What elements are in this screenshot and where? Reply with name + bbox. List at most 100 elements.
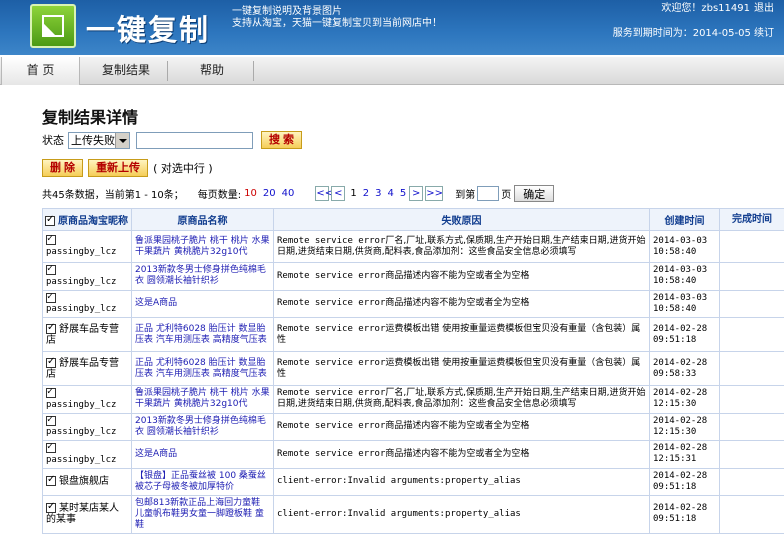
reason-text: Remote service error商品描述内容不能为空或者全为空格: [277, 421, 529, 431]
first-page-button[interactable]: <<: [315, 186, 329, 201]
status-label: 状态: [42, 132, 64, 148]
welcome-text: 欢迎您！zbs11491: [661, 3, 750, 14]
page-size-option[interactable]: 40: [282, 188, 295, 199]
chevron-down-icon[interactable]: [115, 133, 129, 148]
cell-product[interactable]: 这是A商品: [132, 290, 274, 318]
row-checkbox[interactable]: [46, 293, 56, 303]
cell-reason: Remote service error商品描述内容不能为空或者全为空格: [274, 290, 650, 318]
main-nav: 首 页 复制结果 帮助: [0, 57, 784, 85]
search-button[interactable]: 搜 索: [261, 131, 302, 149]
table-row[interactable]: passingby_lcz 这是A商品Remote service error商品…: [43, 441, 784, 469]
cell-finished: [720, 231, 784, 263]
table-row[interactable]: 舒展车品专营店正品 尤利特6028 胎压计 数显胎压表 汽车用测压表 高精度气压…: [43, 352, 784, 386]
table-row[interactable]: 银盘旗舰店【银盘】正品蚕丝被 100 桑蚕丝被芯子母被冬被加厚特价client-…: [43, 468, 784, 495]
cell-created: 2014-02-28 09:51:18: [650, 495, 720, 533]
nick-text: passingby_lcz: [46, 427, 116, 437]
cell-product[interactable]: 包邮813新款正品上海回力童鞋 儿童帆布鞋男女童一脚蹬板鞋 童鞋: [132, 495, 274, 533]
page-link[interactable]: 5: [400, 188, 406, 199]
cell-finished: [720, 263, 784, 291]
cell-nick: passingby_lcz: [43, 441, 132, 469]
cell-created: 2014-02-28 09:58:33: [650, 352, 720, 386]
page-link[interactable]: 1: [350, 188, 356, 199]
cell-nick: passingby_lcz: [43, 413, 132, 441]
cell-product[interactable]: 鲁派果园桃子脆片 桃干 桃片 水果干果蔬片 黄桃脆片32g10代: [132, 231, 274, 263]
next-page-button[interactable]: >: [409, 186, 423, 201]
table-row[interactable]: passingby_lcz2013新款冬男士修身拼色纯棉毛衣 圆领潮长袖针织衫R…: [43, 263, 784, 291]
reason-text: client-error:Invalid arguments:property_…: [277, 509, 521, 519]
slogan-link[interactable]: 一键复制说明及背景图片: [232, 6, 442, 18]
reason-text: Remote service error厂名,厂址,联系方式,保质期,生产开始日…: [277, 388, 646, 409]
cell-reason: Remote service error厂名,厂址,联系方式,保质期,生产开始日…: [274, 231, 650, 263]
last-page-button[interactable]: >>: [425, 186, 443, 201]
prev-page-button[interactable]: <: [331, 186, 345, 201]
nav-results[interactable]: 复制结果: [86, 57, 166, 85]
header-product: 原商品名称: [132, 209, 274, 231]
expire-info[interactable]: 服务到期时间为：2014-05-05 续订: [613, 24, 774, 39]
cell-reason: Remote service error运费模板出错 使用按重量运费模板但宝贝没…: [274, 318, 650, 352]
status-select[interactable]: 上传失败: [68, 132, 130, 149]
logout-link[interactable]: 退出: [754, 3, 774, 14]
cell-nick: 舒展车品专营店: [43, 318, 132, 352]
table-row[interactable]: passingby_lcz 2013新款冬男士修身拼色纯棉毛衣 圆领潮长袖针织衫R…: [43, 413, 784, 441]
reupload-button[interactable]: 重新上传: [88, 159, 148, 177]
nick-text: 某时某店某人的某事: [46, 503, 119, 525]
cell-product[interactable]: 【银盘】正品蚕丝被 100 桑蚕丝被芯子母被冬被加厚特价: [132, 468, 274, 495]
cell-created: 2014-02-28 09:51:18: [650, 468, 720, 495]
jump-page-input[interactable]: [477, 186, 499, 201]
page-link[interactable]: 2: [363, 188, 369, 199]
table-row[interactable]: passingby_lcz鲁派果园桃子脆片 桃干 桃片 水果干果蔬片 黄桃脆片3…: [43, 231, 784, 263]
table-header-row: 原商品淘宝昵称 原商品名称 失败原因 创建时间 完成时间: [43, 209, 784, 231]
cell-created: 2014-02-28 09:51:18: [650, 318, 720, 352]
table-row[interactable]: 某时某店某人的某事包邮813新款正品上海回力童鞋 儿童帆布鞋男女童一脚蹬板鞋 童…: [43, 495, 784, 533]
row-checkbox[interactable]: [46, 443, 56, 453]
row-checkbox[interactable]: [46, 503, 56, 513]
cell-product[interactable]: 正品 尤利特6028 胎压计 数显胎压表 汽车用测压表 高精度气压表: [132, 352, 274, 386]
jump-ok-button[interactable]: 确定: [514, 185, 554, 202]
nav-home[interactable]: 首 页: [1, 57, 80, 85]
row-checkbox[interactable]: [46, 358, 56, 368]
nick-text: passingby_lcz: [46, 304, 116, 314]
cell-product[interactable]: 鲁派果园桃子脆片 桃干 桃片 水果干果蔬片 黄桃脆片32g10代: [132, 386, 274, 414]
cell-nick: 银盘旗舰店: [43, 468, 132, 495]
filter-bar: 状态 上传失败 搜 索: [42, 130, 302, 150]
row-checkbox[interactable]: [46, 324, 56, 334]
cell-finished: [720, 386, 784, 414]
page-size-option[interactable]: 20: [263, 188, 276, 199]
row-checkbox[interactable]: [46, 388, 56, 398]
cell-product[interactable]: 2013新款冬男士修身拼色纯棉毛衣 圆领潮长袖针织衫: [132, 263, 274, 291]
nav-help[interactable]: 帮助: [172, 57, 252, 85]
reason-text: Remote service error运费模板出错 使用按重量运费模板但宝贝没…: [277, 358, 640, 379]
page-link[interactable]: 4: [387, 188, 393, 199]
row-checkbox[interactable]: [46, 416, 56, 426]
cell-product[interactable]: 2013新款冬男士修身拼色纯棉毛衣 圆领潮长袖针织衫: [132, 413, 274, 441]
delete-button[interactable]: 删 除: [42, 159, 83, 177]
jump-label-suffix: 页: [501, 186, 511, 201]
reason-text: Remote service error商品描述内容不能为空或者全为空格: [277, 298, 529, 308]
header-created: 创建时间: [650, 209, 720, 231]
nick-text: passingby_lcz: [46, 455, 116, 465]
table-row[interactable]: 舒展车品专营店正品 尤利特6028 胎压计 数显胎压表 汽车用测压表 高精度气压…: [43, 318, 784, 352]
reason-text: client-error:Invalid arguments:property_…: [277, 476, 521, 486]
cell-reason: Remote service error商品描述内容不能为空或者全为空格: [274, 441, 650, 469]
row-checkbox[interactable]: [46, 235, 56, 245]
cell-nick: passingby_lcz: [43, 231, 132, 263]
row-checkbox[interactable]: [46, 476, 56, 486]
cell-nick: passingby_lcz: [43, 386, 132, 414]
table-row[interactable]: passingby_lcz 这是A商品Remote service error商品…: [43, 290, 784, 318]
user-info: 欢迎您！zbs11491 退出: [657, 3, 774, 15]
nick-text: 舒展车品专营店: [46, 358, 119, 380]
page-link[interactable]: 3: [375, 188, 381, 199]
action-bar: 删 除 重新上传 ( 对选中行 ): [42, 158, 213, 178]
page-size-option[interactable]: 10: [244, 188, 257, 199]
search-input[interactable]: [136, 132, 253, 149]
cell-product[interactable]: 正品 尤利特6028 胎压计 数显胎压表 汽车用测压表 高精度气压表: [132, 318, 274, 352]
select-all-checkbox[interactable]: [45, 216, 55, 226]
table-row[interactable]: passingby_lcz鲁派果园桃子脆片 桃干 桃片 水果干果蔬片 黄桃脆片3…: [43, 386, 784, 414]
row-checkbox[interactable]: [46, 265, 56, 275]
cell-created: 2014-03-03 10:58:40: [650, 290, 720, 318]
cell-finished: [720, 290, 784, 318]
cell-finished: [720, 495, 784, 533]
cell-finished: [720, 318, 784, 352]
cell-reason: Remote service error商品描述内容不能为空或者全为空格: [274, 413, 650, 441]
cell-product[interactable]: 这是A商品: [132, 441, 274, 469]
